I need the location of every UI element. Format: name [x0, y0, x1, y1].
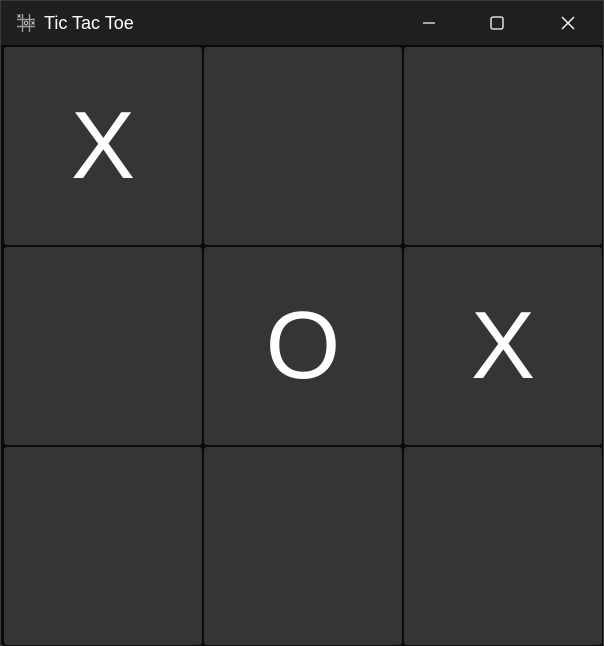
board-cell-2[interactable] [204, 47, 402, 245]
title-bar[interactable]: Tic Tac Toe [1, 1, 603, 45]
board-cell-3[interactable] [404, 47, 602, 245]
board-cell-7[interactable] [4, 447, 202, 645]
cell-mark: O [265, 292, 341, 399]
minimize-icon [421, 15, 437, 31]
maximize-button[interactable] [463, 1, 531, 45]
board-cell-1[interactable]: X [4, 47, 202, 245]
maximize-icon [489, 15, 505, 31]
app-window: Tic Tac Toe X O X [0, 0, 604, 646]
game-board: X O X [3, 46, 603, 646]
cell-mark: X [70, 92, 136, 199]
board-cell-8[interactable] [204, 447, 402, 645]
board-cell-9[interactable] [404, 447, 602, 645]
board-cell-4[interactable] [4, 247, 202, 445]
cell-mark: X [470, 292, 536, 399]
close-button[interactable] [534, 1, 602, 45]
board-cell-6[interactable]: X [404, 247, 602, 445]
minimize-button[interactable] [395, 1, 463, 45]
window-title: Tic Tac Toe [44, 13, 134, 33]
board-cell-5[interactable]: O [204, 247, 402, 445]
close-icon [560, 15, 576, 31]
tic-tac-toe-grid-icon [15, 12, 37, 34]
